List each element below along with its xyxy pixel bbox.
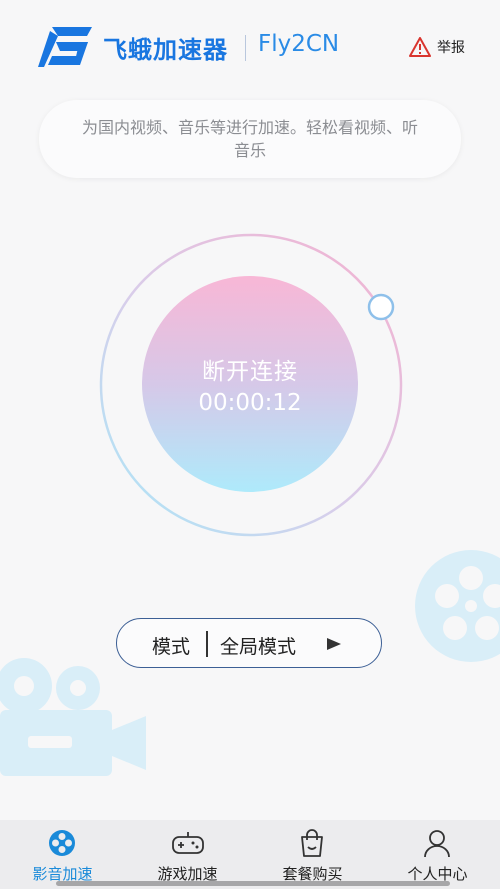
connection-status-label: 断开连接: [202, 359, 298, 385]
movie-camera-deco-icon: [0, 658, 146, 776]
person-icon: [424, 830, 450, 858]
mode-label: 模式: [152, 636, 191, 658]
ring-knob: [367, 293, 395, 321]
film-reel-deco-icon: [415, 550, 500, 662]
report-button[interactable]: 举报: [409, 36, 465, 58]
disconnect-button[interactable]: 断开连接 00:00:12: [142, 276, 358, 492]
gamepad-icon: [172, 832, 204, 854]
home-indicator: [56, 881, 450, 886]
connection-timer: 00:00:12: [198, 390, 302, 416]
tab-plan-purchase[interactable]: 套餐购买: [250, 820, 375, 889]
app-title: 飞蛾加速器: [103, 36, 228, 64]
title-divider: [245, 35, 246, 61]
mode-divider: [206, 631, 208, 657]
reel-icon: [49, 830, 75, 856]
fly-logo-icon: [38, 27, 92, 67]
tab-game-boost[interactable]: 游戏加速: [125, 820, 250, 889]
play-arrow-icon: [327, 638, 341, 650]
app-header: 飞蛾加速器 Fly2CN 举报: [0, 0, 500, 95]
description-banner: 为国内视频、音乐等进行加速。轻松看视频、听音乐: [39, 100, 461, 178]
mode-selector[interactable]: 模式 全局模式: [116, 618, 382, 668]
warning-icon: [409, 37, 431, 57]
tab-profile[interactable]: 个人中心: [375, 820, 500, 889]
tab-video-boost[interactable]: 影音加速: [0, 820, 125, 889]
mode-value: 全局模式: [220, 636, 297, 658]
shopping-bag-icon: [301, 829, 323, 857]
app-subtitle: Fly2CN: [258, 31, 340, 57]
banner-text: 为国内视频、音乐等进行加速。轻松看视频、听音乐: [81, 118, 418, 160]
report-label: 举报: [437, 40, 465, 56]
bottom-tab-bar: 影音加速 游戏加速 套餐购买 个人中心: [0, 820, 500, 889]
